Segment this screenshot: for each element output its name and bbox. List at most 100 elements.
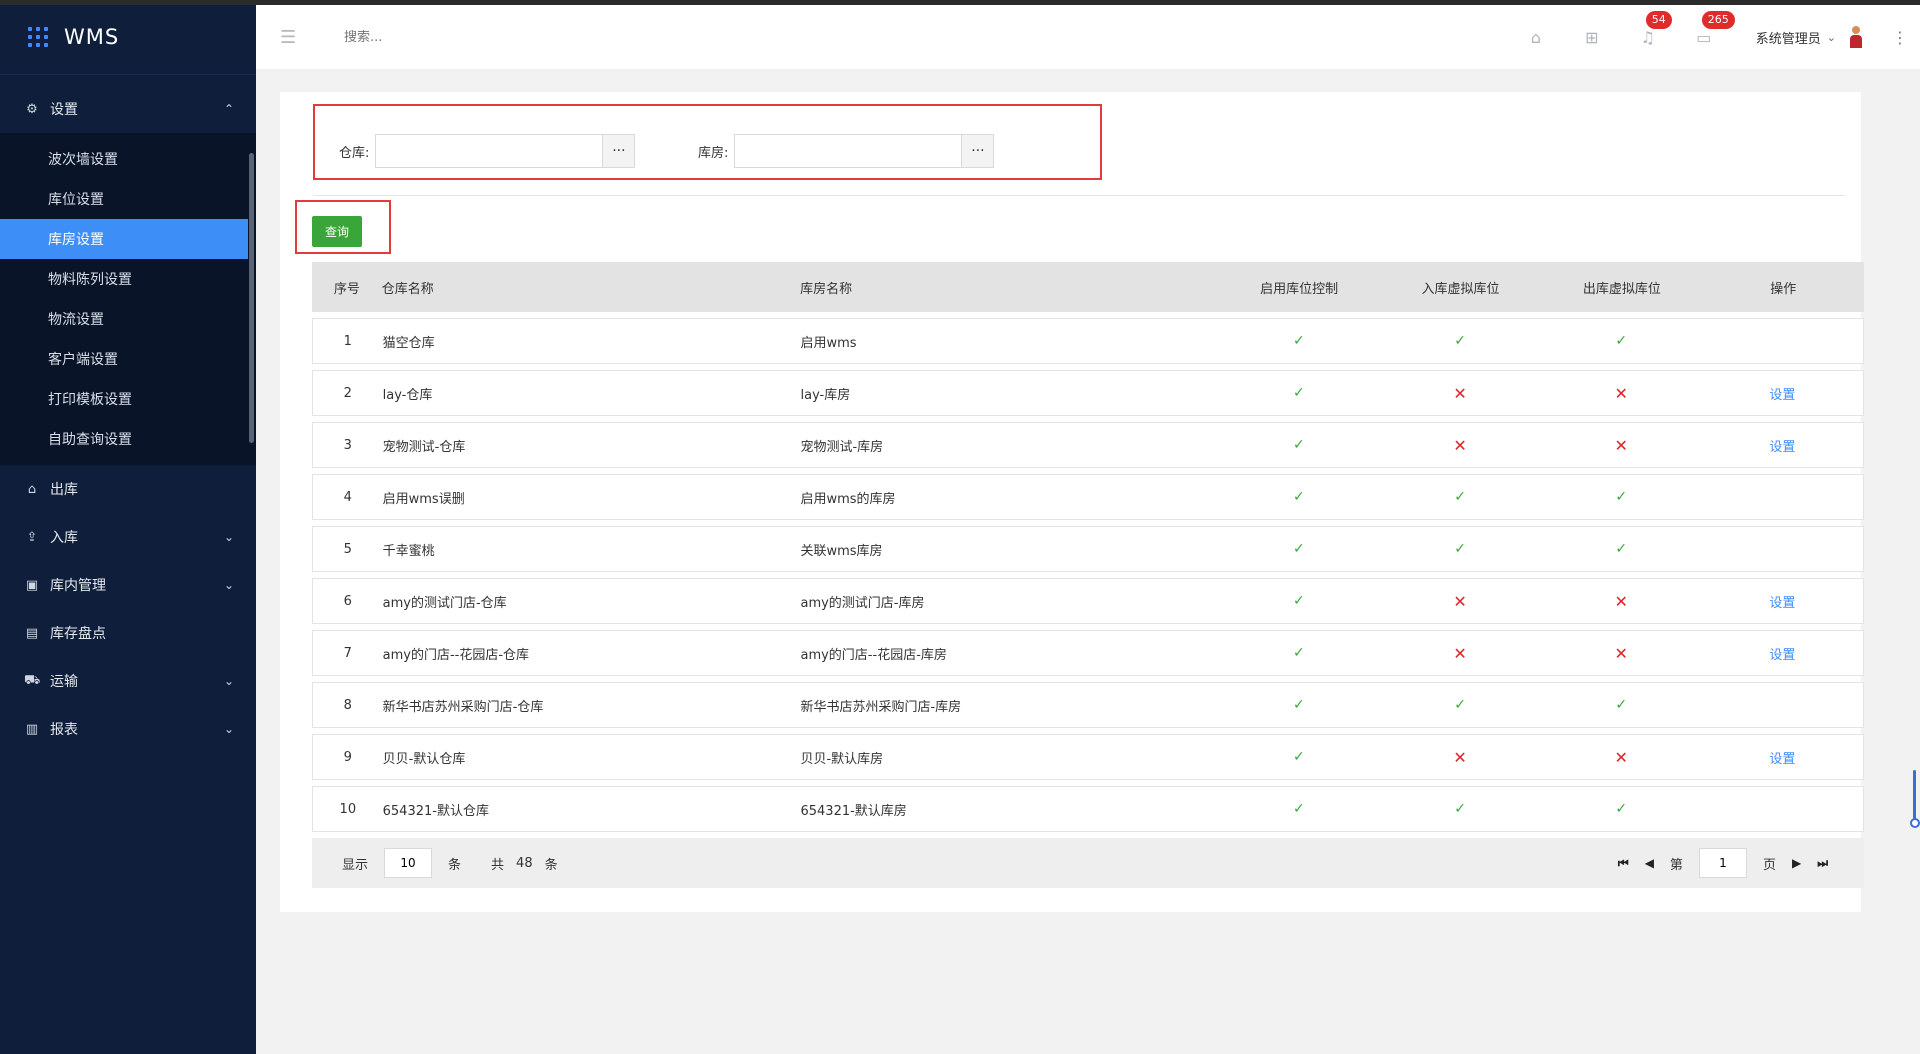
row-location-control-check-icon: ✓ xyxy=(1293,489,1305,505)
storeroom-table: 序号 仓库名称 库房名称 启用库位控制 入库虚拟库位 出库虚拟库位 操作 1 猫空… xyxy=(312,262,1864,832)
home-icon[interactable]: ⌂ xyxy=(1508,28,1564,47)
first-page-icon[interactable]: ⏮ xyxy=(1618,856,1629,871)
row-index: 1 xyxy=(343,333,352,349)
row-location-control-check-icon: ✓ xyxy=(1293,541,1305,557)
sidebar-item-label: 库存盘点 xyxy=(50,626,106,642)
row-inbound-virtual-cross-icon: ✕ xyxy=(1453,435,1467,455)
inbox-icon[interactable]: ▭ 265 xyxy=(1676,10,1735,47)
room-input[interactable] xyxy=(735,135,962,167)
row-room: 新华书店苏州采购门店-库房 xyxy=(800,699,962,715)
row-location-control-check-icon: ✓ xyxy=(1293,437,1305,453)
row-warehouse: 启用wms误删 xyxy=(382,491,465,507)
warehouse-filter: 仓库: ··· xyxy=(339,134,636,168)
sidebar-subitem-wave-wall[interactable]: 波次墙设置 xyxy=(0,139,256,179)
sidebar-item-stocktake[interactable]: ▤ 库存盘点 xyxy=(0,609,256,657)
unit-label: 条 xyxy=(448,857,462,873)
table-row: 5 千幸蜜桃 关联wms库房 ✓ ✓ ✓ xyxy=(312,526,1864,572)
settings-link[interactable]: 设置 xyxy=(1702,592,1863,611)
user-menu[interactable]: 系统管理员 ⌄ xyxy=(1756,26,1864,48)
row-outbound-virtual-cross-icon: ✕ xyxy=(1614,643,1628,663)
row-warehouse: 千幸蜜桃 xyxy=(382,543,435,559)
settings-link[interactable]: 设置 xyxy=(1702,436,1863,455)
warehouse-input[interactable] xyxy=(376,135,603,167)
row-warehouse: 宠物测试-仓库 xyxy=(382,439,466,455)
sidebar-item-label: 入库 xyxy=(50,530,78,546)
app-title: WMS xyxy=(64,25,120,49)
sidebar-subitem-storeroom[interactable]: 库房设置 xyxy=(0,219,248,259)
content-card: 仓库: ··· 库房: ··· 查询 序号 仓库名称 库房名称 启用库位控制 入… xyxy=(280,92,1864,912)
row-index: 9 xyxy=(343,749,352,765)
menu-toggle-icon[interactable]: ☰ xyxy=(280,27,298,48)
row-room: amy的门店--花园店-库房 xyxy=(800,647,947,663)
grid-icon[interactable]: ⊞ xyxy=(1564,28,1620,47)
row-room: 启用wms的库房 xyxy=(800,491,896,507)
sidebar-scrollbar[interactable] xyxy=(249,153,254,443)
row-warehouse: 贝贝-默认仓库 xyxy=(382,751,466,767)
row-location-control-check-icon: ✓ xyxy=(1293,645,1305,661)
col-header-outbound-virtual: 出库虚拟库位 xyxy=(1582,281,1661,297)
query-button[interactable]: 查询 xyxy=(312,216,362,247)
sidebar-subitem-self-query[interactable]: 自助查询设置 xyxy=(0,419,256,459)
messages-badge: 265 xyxy=(1701,10,1735,29)
gear-icon: ⚙ xyxy=(26,101,38,117)
settings-link[interactable]: 设置 xyxy=(1702,748,1863,767)
divider xyxy=(313,195,1845,196)
sidebar-item-settings[interactable]: ⚙ 设置 ⌃ xyxy=(0,85,256,133)
table-row: 10 654321-默认仓库 654321-默认库房 ✓ ✓ ✓ xyxy=(312,786,1864,832)
row-inbound-virtual-cross-icon: ✕ xyxy=(1453,591,1467,611)
more-options-icon[interactable]: ⋮ xyxy=(1880,28,1920,47)
table-row: 4 启用wms误删 启用wms的库房 ✓ ✓ ✓ xyxy=(312,474,1864,520)
row-inbound-virtual-cross-icon: ✕ xyxy=(1453,643,1467,663)
inbound-icon: ⇪ xyxy=(26,529,38,545)
page-number-input[interactable] xyxy=(1698,848,1747,878)
row-warehouse: lay-仓库 xyxy=(382,387,433,403)
chevron-down-icon: ⌄ xyxy=(223,722,234,736)
room-picker-button[interactable]: ··· xyxy=(961,135,994,167)
table-row: 6 amy的测试门店-仓库 amy的测试门店-库房 ✓ ✕ ✕ 设置 xyxy=(312,578,1864,624)
row-index: 6 xyxy=(343,593,352,609)
search-input[interactable] xyxy=(344,29,644,45)
settings-submenu: 波次墙设置 库位设置 库房设置 物料陈列设置 物流设置 客户端设置 打印模板设置… xyxy=(0,133,256,465)
row-location-control-check-icon: ✓ xyxy=(1293,385,1305,401)
next-page-icon[interactable]: ▶ xyxy=(1792,856,1801,870)
table-row: 8 新华书店苏州采购门店-仓库 新华书店苏州采购门店-库房 ✓ ✓ ✓ xyxy=(312,682,1864,728)
sidebar-item-transport[interactable]: ⛟ 运输 ⌄ xyxy=(0,657,256,705)
row-location-control-check-icon: ✓ xyxy=(1293,593,1305,609)
sidebar-item-reports[interactable]: ▥ 报表 ⌄ xyxy=(0,705,256,753)
warehouse-label: 仓库: xyxy=(339,145,370,161)
sidebar-subitem-client[interactable]: 客户端设置 xyxy=(0,339,256,379)
prev-page-icon[interactable]: ◀ xyxy=(1645,856,1654,870)
home-icon: ⌂ xyxy=(27,481,37,497)
chevron-down-icon: ⌄ xyxy=(223,578,234,592)
table-header: 序号 仓库名称 库房名称 启用库位控制 入库虚拟库位 出库虚拟库位 操作 xyxy=(312,262,1864,312)
last-page-icon[interactable]: ⏭ xyxy=(1817,856,1828,871)
table-body: 1 猫空仓库 启用wms ✓ ✓ ✓ 2 lay-仓库 lay-库房 ✓ ✕ ✕ 设置 3 宠物测试-仓库 宠… xyxy=(312,318,1864,832)
bell-icon[interactable]: ♫ 54 xyxy=(1620,10,1676,47)
sidebar-subitem-material-display[interactable]: 物料陈列设置 xyxy=(0,259,256,299)
page-size-input[interactable] xyxy=(384,848,433,878)
row-location-control-check-icon: ✓ xyxy=(1293,697,1305,713)
room-picker: ··· xyxy=(734,134,995,168)
row-inbound-virtual-cross-icon: ✕ xyxy=(1453,747,1467,767)
sidebar: WMS ⚙ 设置 ⌃ 波次墙设置 库位设置 库房设置 物料陈列设置 物流设置 客… xyxy=(0,0,256,1054)
row-warehouse: amy的测试门店-仓库 xyxy=(382,595,507,611)
show-label: 显示 xyxy=(342,857,369,873)
settings-link[interactable]: 设置 xyxy=(1702,384,1863,403)
warehouse-picker-button[interactable]: ··· xyxy=(602,135,635,167)
sidebar-item-inbound[interactable]: ⇪ 入库 ⌄ xyxy=(0,513,256,561)
row-room: 关联wms库房 xyxy=(800,543,883,559)
row-outbound-virtual-cross-icon: ✕ xyxy=(1614,435,1628,455)
sidebar-subitem-logistics[interactable]: 物流设置 xyxy=(0,299,256,339)
brand[interactable]: WMS xyxy=(0,0,256,75)
page-scroll-indicator[interactable] xyxy=(1910,770,1920,830)
window-top-edge xyxy=(0,0,1920,5)
header-actions: ⌂ ⊞ ♫ 54 ▭ 265 系统管理员 ⌄ ⋮ xyxy=(1508,5,1920,69)
sidebar-item-inventory-mgmt[interactable]: ▣ 库内管理 ⌄ xyxy=(0,561,256,609)
sidebar-item-outbound[interactable]: ⌂ 出库 xyxy=(0,465,256,513)
settings-link[interactable]: 设置 xyxy=(1702,644,1863,663)
sidebar-subitem-location[interactable]: 库位设置 xyxy=(0,179,256,219)
row-inbound-virtual-check-icon: ✓ xyxy=(1454,697,1466,713)
filter-highlight-box: 仓库: ··· 库房: ··· xyxy=(313,104,1102,180)
row-inbound-virtual-check-icon: ✓ xyxy=(1454,333,1466,349)
sidebar-subitem-print-template[interactable]: 打印模板设置 xyxy=(0,379,256,419)
